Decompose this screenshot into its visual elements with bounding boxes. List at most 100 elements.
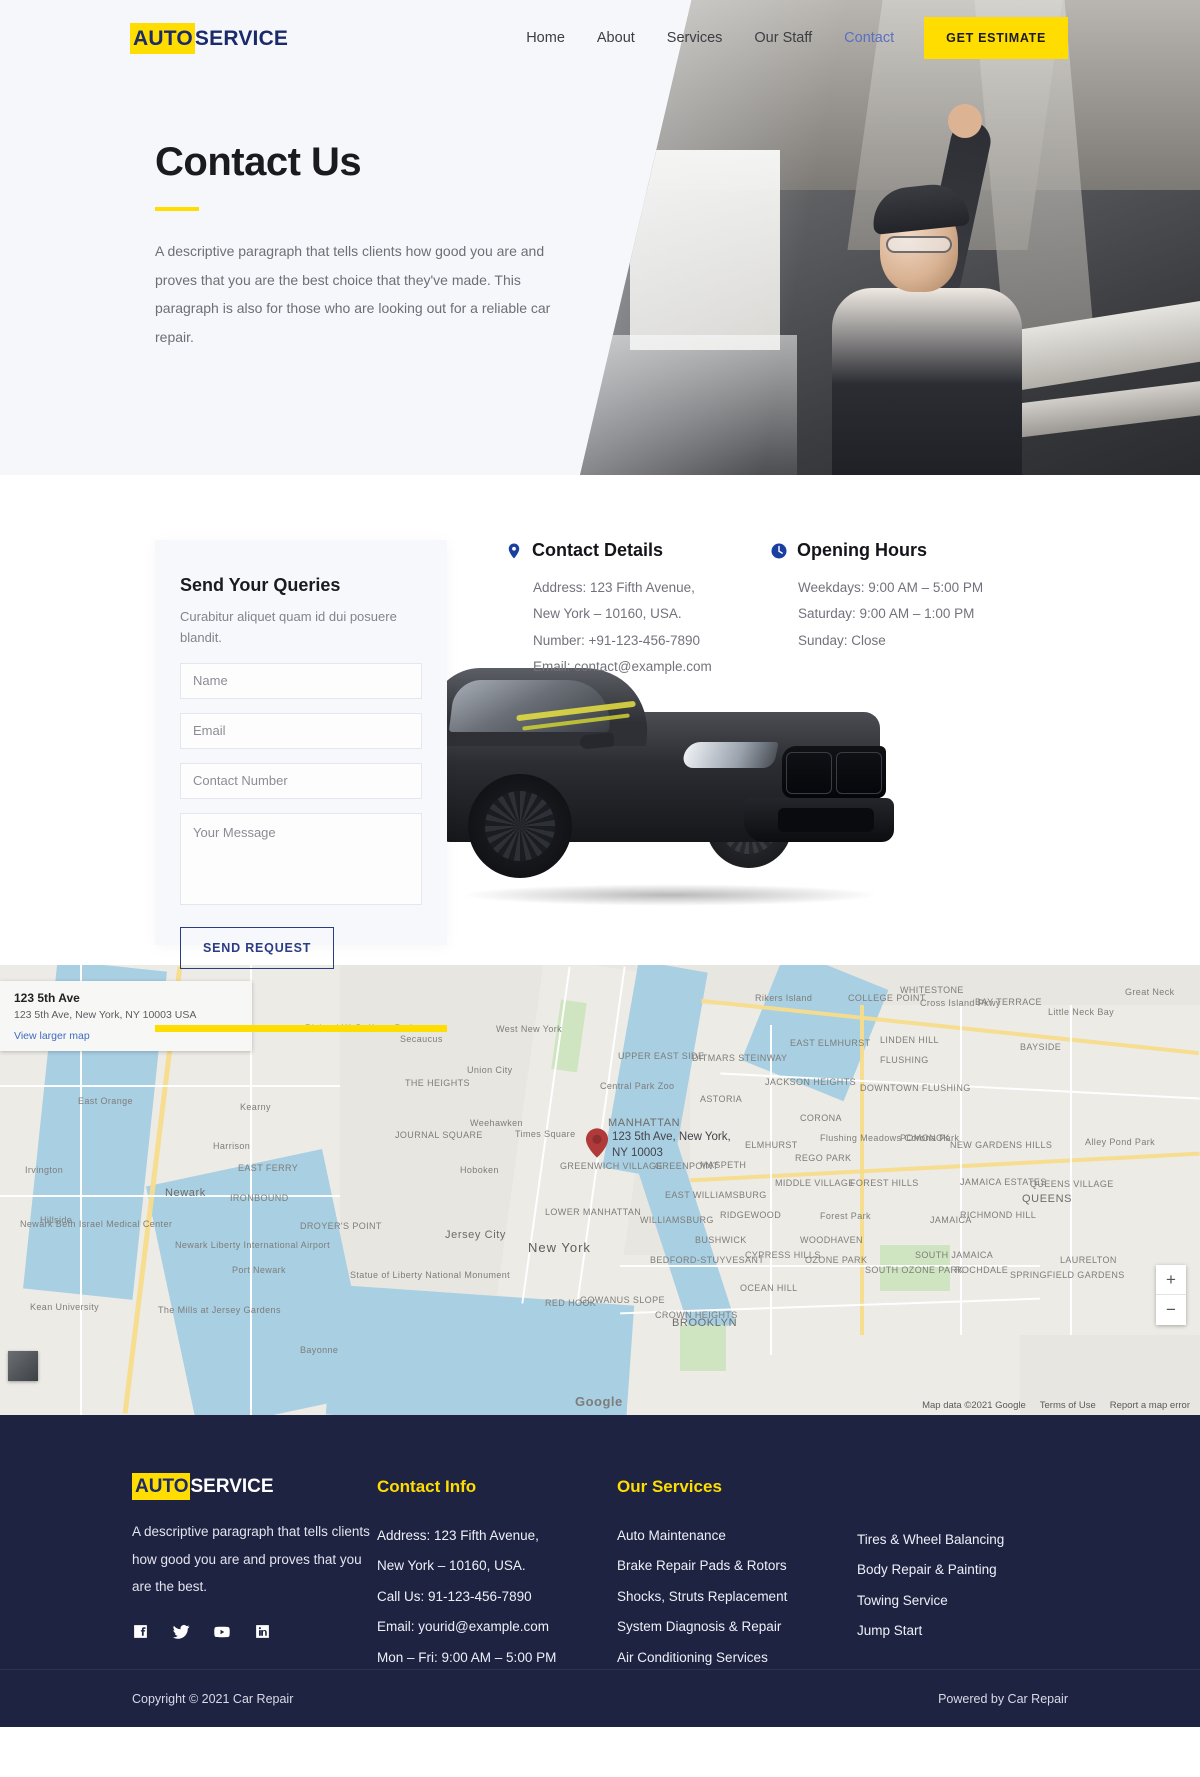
contact-number-input[interactable] — [180, 763, 422, 799]
nav-links: Home About Services Our Staff Contact — [526, 30, 894, 46]
map-attribution: Map data ©2021 Google Terms of Use Repor… — [922, 1400, 1190, 1411]
hero-description: A descriptive paragraph that tells clien… — [155, 237, 555, 352]
report-map-error-link[interactable]: Report a map error — [1110, 1400, 1190, 1411]
map-place-label: Newark — [165, 1187, 206, 1199]
map-place-label: Kean University — [30, 1302, 99, 1312]
map-card-address: 123 5th Ave, New York, NY 10003 USA — [14, 1008, 238, 1022]
map-place-label: DITMARS STEINWAY — [692, 1053, 787, 1063]
map-place-label: East Orange — [78, 1096, 133, 1106]
zoom-out-button[interactable]: − — [1156, 1295, 1186, 1325]
map-place-label: QUEENS VILLAGE — [1030, 1179, 1114, 1189]
page-title: Contact Us — [155, 140, 555, 185]
location-map[interactable]: 123 5th Ave, New York, NY 10003 123 5th … — [0, 965, 1200, 1415]
car-front-wheel — [468, 774, 572, 878]
map-place-label: Little Neck Bay — [1048, 1007, 1114, 1017]
map-place-label: MIDDLE VILLAGE — [775, 1178, 855, 1188]
zoom-in-button[interactable]: + — [1156, 1265, 1186, 1295]
footer-service-item[interactable]: Auto Maintenance — [617, 1521, 857, 1551]
twitter-icon[interactable] — [172, 1623, 190, 1646]
email-input[interactable] — [180, 713, 422, 749]
footer-contact-line: Email: yourid@example.com — [377, 1612, 617, 1642]
map-place-label: SPRINGFIELD GARDENS — [1010, 1270, 1125, 1280]
footer-service-item[interactable]: System Diagnosis & Repair — [617, 1612, 857, 1642]
google-watermark: Google — [575, 1394, 623, 1409]
map-place-label: Bayonne — [300, 1345, 338, 1355]
map-place-label: BAY TERRACE — [975, 997, 1042, 1007]
footer-logo-part-service: SERVICE — [190, 1473, 276, 1500]
map-place-label: Irvington — [25, 1165, 63, 1175]
map-place-label: LOWER MANHATTAN — [545, 1207, 641, 1217]
terms-of-use-link[interactable]: Terms of Use — [1040, 1400, 1096, 1411]
street-view-thumbnail[interactable] — [8, 1351, 38, 1381]
nav-item-home[interactable]: Home — [526, 30, 565, 46]
map-place-label: Newark Beth Israel Medical Center — [20, 1219, 172, 1229]
map-place-label: REGO PARK — [795, 1153, 851, 1163]
hero-section: AUTOSERVICE Home About Services Our Staf… — [0, 0, 1200, 475]
contact-detail-line: New York – 10160, USA. — [533, 601, 712, 627]
map-place-label: Secaucus — [400, 1034, 443, 1044]
nav-item-contact[interactable]: Contact — [844, 30, 894, 46]
map-place-label: CORONA — [800, 1113, 842, 1123]
map-place-label: SOUTH JAMAICA — [915, 1250, 993, 1260]
map-place-label: Weehawken — [470, 1118, 523, 1128]
nav-item-our-staff[interactable]: Our Staff — [754, 30, 812, 46]
map-place-label: Port Newark — [232, 1265, 286, 1275]
map-place-label: ELMHURST — [745, 1140, 798, 1150]
powered-by-text: Powered by Car Repair — [938, 1692, 1068, 1706]
map-place-label: RIDGEWOOD — [720, 1210, 781, 1220]
map-place-label: POMONOK — [900, 1133, 950, 1143]
copyright-text: Copyright © 2021 Car Repair — [132, 1692, 293, 1706]
get-estimate-button[interactable]: GET ESTIMATE — [924, 17, 1068, 59]
map-place-label: FOREST HILLS — [850, 1178, 919, 1188]
map-data-credit: Map data ©2021 Google — [922, 1400, 1026, 1411]
social-links — [132, 1623, 377, 1646]
map-place-label: THE HEIGHTS — [405, 1078, 470, 1088]
footer-contact-line: Call Us: 91-123-456-7890 — [377, 1582, 617, 1612]
linkedin-icon[interactable] — [254, 1623, 271, 1646]
map-place-label: LAURELTON — [1060, 1255, 1117, 1265]
footer-description: A descriptive paragraph that tells clien… — [132, 1518, 377, 1601]
map-zoom-controls: + − — [1156, 1265, 1186, 1325]
opening-hours-block: Opening Hours Weekdays: 9:00 AM – 5:00 P… — [770, 540, 983, 654]
name-input[interactable] — [180, 663, 422, 699]
logo-part-service: SERVICE — [195, 23, 291, 54]
footer-services-list-1: Auto Maintenance Brake Repair Pads & Rot… — [617, 1521, 857, 1673]
opening-hours-line: Saturday: 9:00 AM – 1:00 PM — [798, 601, 983, 627]
map-place-label: EAST ELMHURST — [790, 1038, 871, 1048]
footer-services-column-1: Our Services Auto Maintenance Brake Repa… — [617, 1477, 857, 1673]
message-textarea[interactable] — [180, 813, 422, 905]
map-place-label: EAST FERRY — [238, 1163, 298, 1173]
map-place-label: SOUTH OZONE PARK — [865, 1265, 964, 1275]
map-place-label: Forest Park — [820, 1211, 871, 1221]
footer-service-item[interactable]: Jump Start — [857, 1616, 1097, 1646]
footer-logo[interactable]: AUTOSERVICE — [132, 1477, 377, 1496]
opening-hours-line: Weekdays: 9:00 AM – 5:00 PM — [798, 575, 983, 601]
map-place-label: Harrison — [213, 1141, 250, 1151]
form-subtitle: Curabitur aliquet quam id dui posuere bl… — [180, 606, 422, 649]
site-logo[interactable]: AUTOSERVICE — [130, 28, 291, 49]
footer-service-item[interactable]: Shocks, Struts Replacement — [617, 1582, 857, 1612]
map-place-label: EAST WILLIAMSBURG — [665, 1190, 767, 1200]
footer-service-item[interactable]: Towing Service — [857, 1586, 1097, 1616]
main-navigation: AUTOSERVICE Home About Services Our Staf… — [0, 0, 1200, 76]
footer-service-item[interactable]: Body Repair & Painting — [857, 1555, 1097, 1585]
opening-hours-line: Sunday: Close — [798, 628, 983, 654]
map-location-marker[interactable] — [586, 1128, 608, 1158]
nav-item-about[interactable]: About — [597, 30, 635, 46]
nav-item-services[interactable]: Services — [667, 30, 723, 46]
send-request-button[interactable]: SEND REQUEST — [180, 927, 334, 969]
footer-contact-heading: Contact Info — [377, 1477, 617, 1497]
map-place-label: FLUSHING — [880, 1055, 929, 1065]
contact-details-lines: Address: 123 Fifth Avenue, New York – 10… — [533, 575, 712, 680]
map-place-label: Central Park Zoo — [600, 1081, 674, 1091]
map-place-label: MANHATTAN — [608, 1117, 680, 1129]
footer-service-item[interactable]: Brake Repair Pads & Rotors — [617, 1551, 857, 1581]
footer-bottom-bar: Copyright © 2021 Car Repair Powered by C… — [0, 1669, 1200, 1727]
footer-services-heading: Our Services — [617, 1477, 857, 1497]
map-marker-label: 123 5th Ave, New York, NY 10003 — [612, 1130, 732, 1161]
facebook-icon[interactable] — [132, 1623, 149, 1646]
contact-detail-line: Number: +91-123-456-7890 — [533, 628, 712, 654]
footer-service-item[interactable]: Tires & Wheel Balancing — [857, 1525, 1097, 1555]
youtube-icon[interactable] — [213, 1623, 231, 1646]
map-place-label: LINDEN HILL — [880, 1035, 939, 1045]
